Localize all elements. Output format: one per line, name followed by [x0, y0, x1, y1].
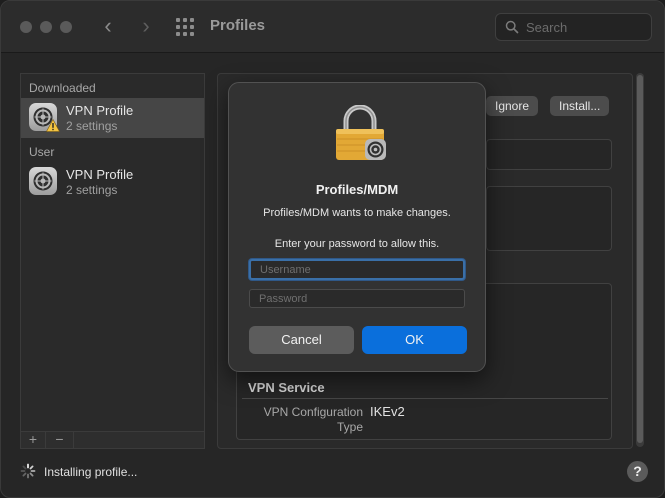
password-field[interactable] [249, 289, 465, 308]
detail-description-box [486, 186, 612, 251]
install-button[interactable]: Install... [550, 96, 610, 116]
ignore-button[interactable]: Ignore [486, 96, 539, 116]
installing-status-text: Installing profile... [44, 465, 138, 479]
vpn-configuration-type-value: IKEv2 [370, 404, 405, 419]
cancel-button[interactable]: Cancel [249, 326, 354, 354]
title-bar: ‹ › Profiles Search [1, 1, 664, 53]
group-label-downloaded: Downloaded [29, 81, 96, 95]
warning-icon [46, 119, 60, 132]
add-profile-button[interactable]: + [21, 432, 46, 448]
remove-profile-button[interactable]: − [46, 432, 74, 448]
vpn-configuration-type-label: VPN Configuration Type [263, 405, 363, 434]
forward-button[interactable]: › [135, 15, 157, 39]
system-preferences-gear-icon [29, 167, 57, 195]
detail-scrollbar[interactable] [636, 73, 644, 447]
profiles-sidebar: Downloaded VPN Profile 2 settings User V… [20, 73, 205, 449]
group-label-user: User [29, 145, 55, 159]
search-placeholder: Search [526, 20, 568, 35]
detail-field-box [486, 139, 612, 170]
dialog-message: Profiles/MDM wants to make changes. [263, 207, 451, 219]
dialog-title: Profiles/MDM [315, 182, 399, 197]
profile-settings-count: 2 settings [66, 119, 118, 133]
search-field[interactable]: Search [495, 13, 652, 41]
ok-button[interactable]: OK [362, 326, 467, 354]
lock-icon [336, 105, 386, 160]
username-field[interactable] [249, 259, 465, 280]
sidebar-item-downloaded-vpn-profile[interactable]: VPN Profile 2 settings [21, 98, 204, 138]
profile-name: VPN Profile [66, 103, 134, 118]
back-button[interactable]: ‹ [97, 15, 119, 39]
close-window-button[interactable] [20, 21, 32, 33]
profiles-window: ‹ › Profiles Search Downloaded VPN Profi… [0, 0, 665, 498]
minimize-window-button[interactable] [40, 21, 52, 33]
scrollbar-thumb[interactable] [637, 75, 643, 443]
authentication-dialog: Profiles/MDM Profiles/MDM wants to make … [228, 82, 486, 372]
search-icon [505, 20, 519, 34]
vpn-section-divider [242, 398, 608, 399]
profile-settings-count: 2 settings [66, 183, 118, 197]
help-button[interactable]: ? [627, 461, 648, 482]
show-all-grid-button[interactable] [176, 18, 194, 36]
dialog-prompt: Enter your password to allow this. [274, 238, 440, 250]
zoom-window-button[interactable] [60, 21, 72, 33]
window-title: Profiles [210, 17, 266, 34]
profile-name: VPN Profile [66, 167, 134, 182]
vpn-service-section-title: VPN Service [248, 380, 325, 395]
sidebar-item-user-vpn-profile[interactable]: VPN Profile 2 settings [21, 162, 204, 202]
sidebar-toolbar: + − [21, 431, 204, 448]
progress-spinner-icon [20, 463, 36, 479]
